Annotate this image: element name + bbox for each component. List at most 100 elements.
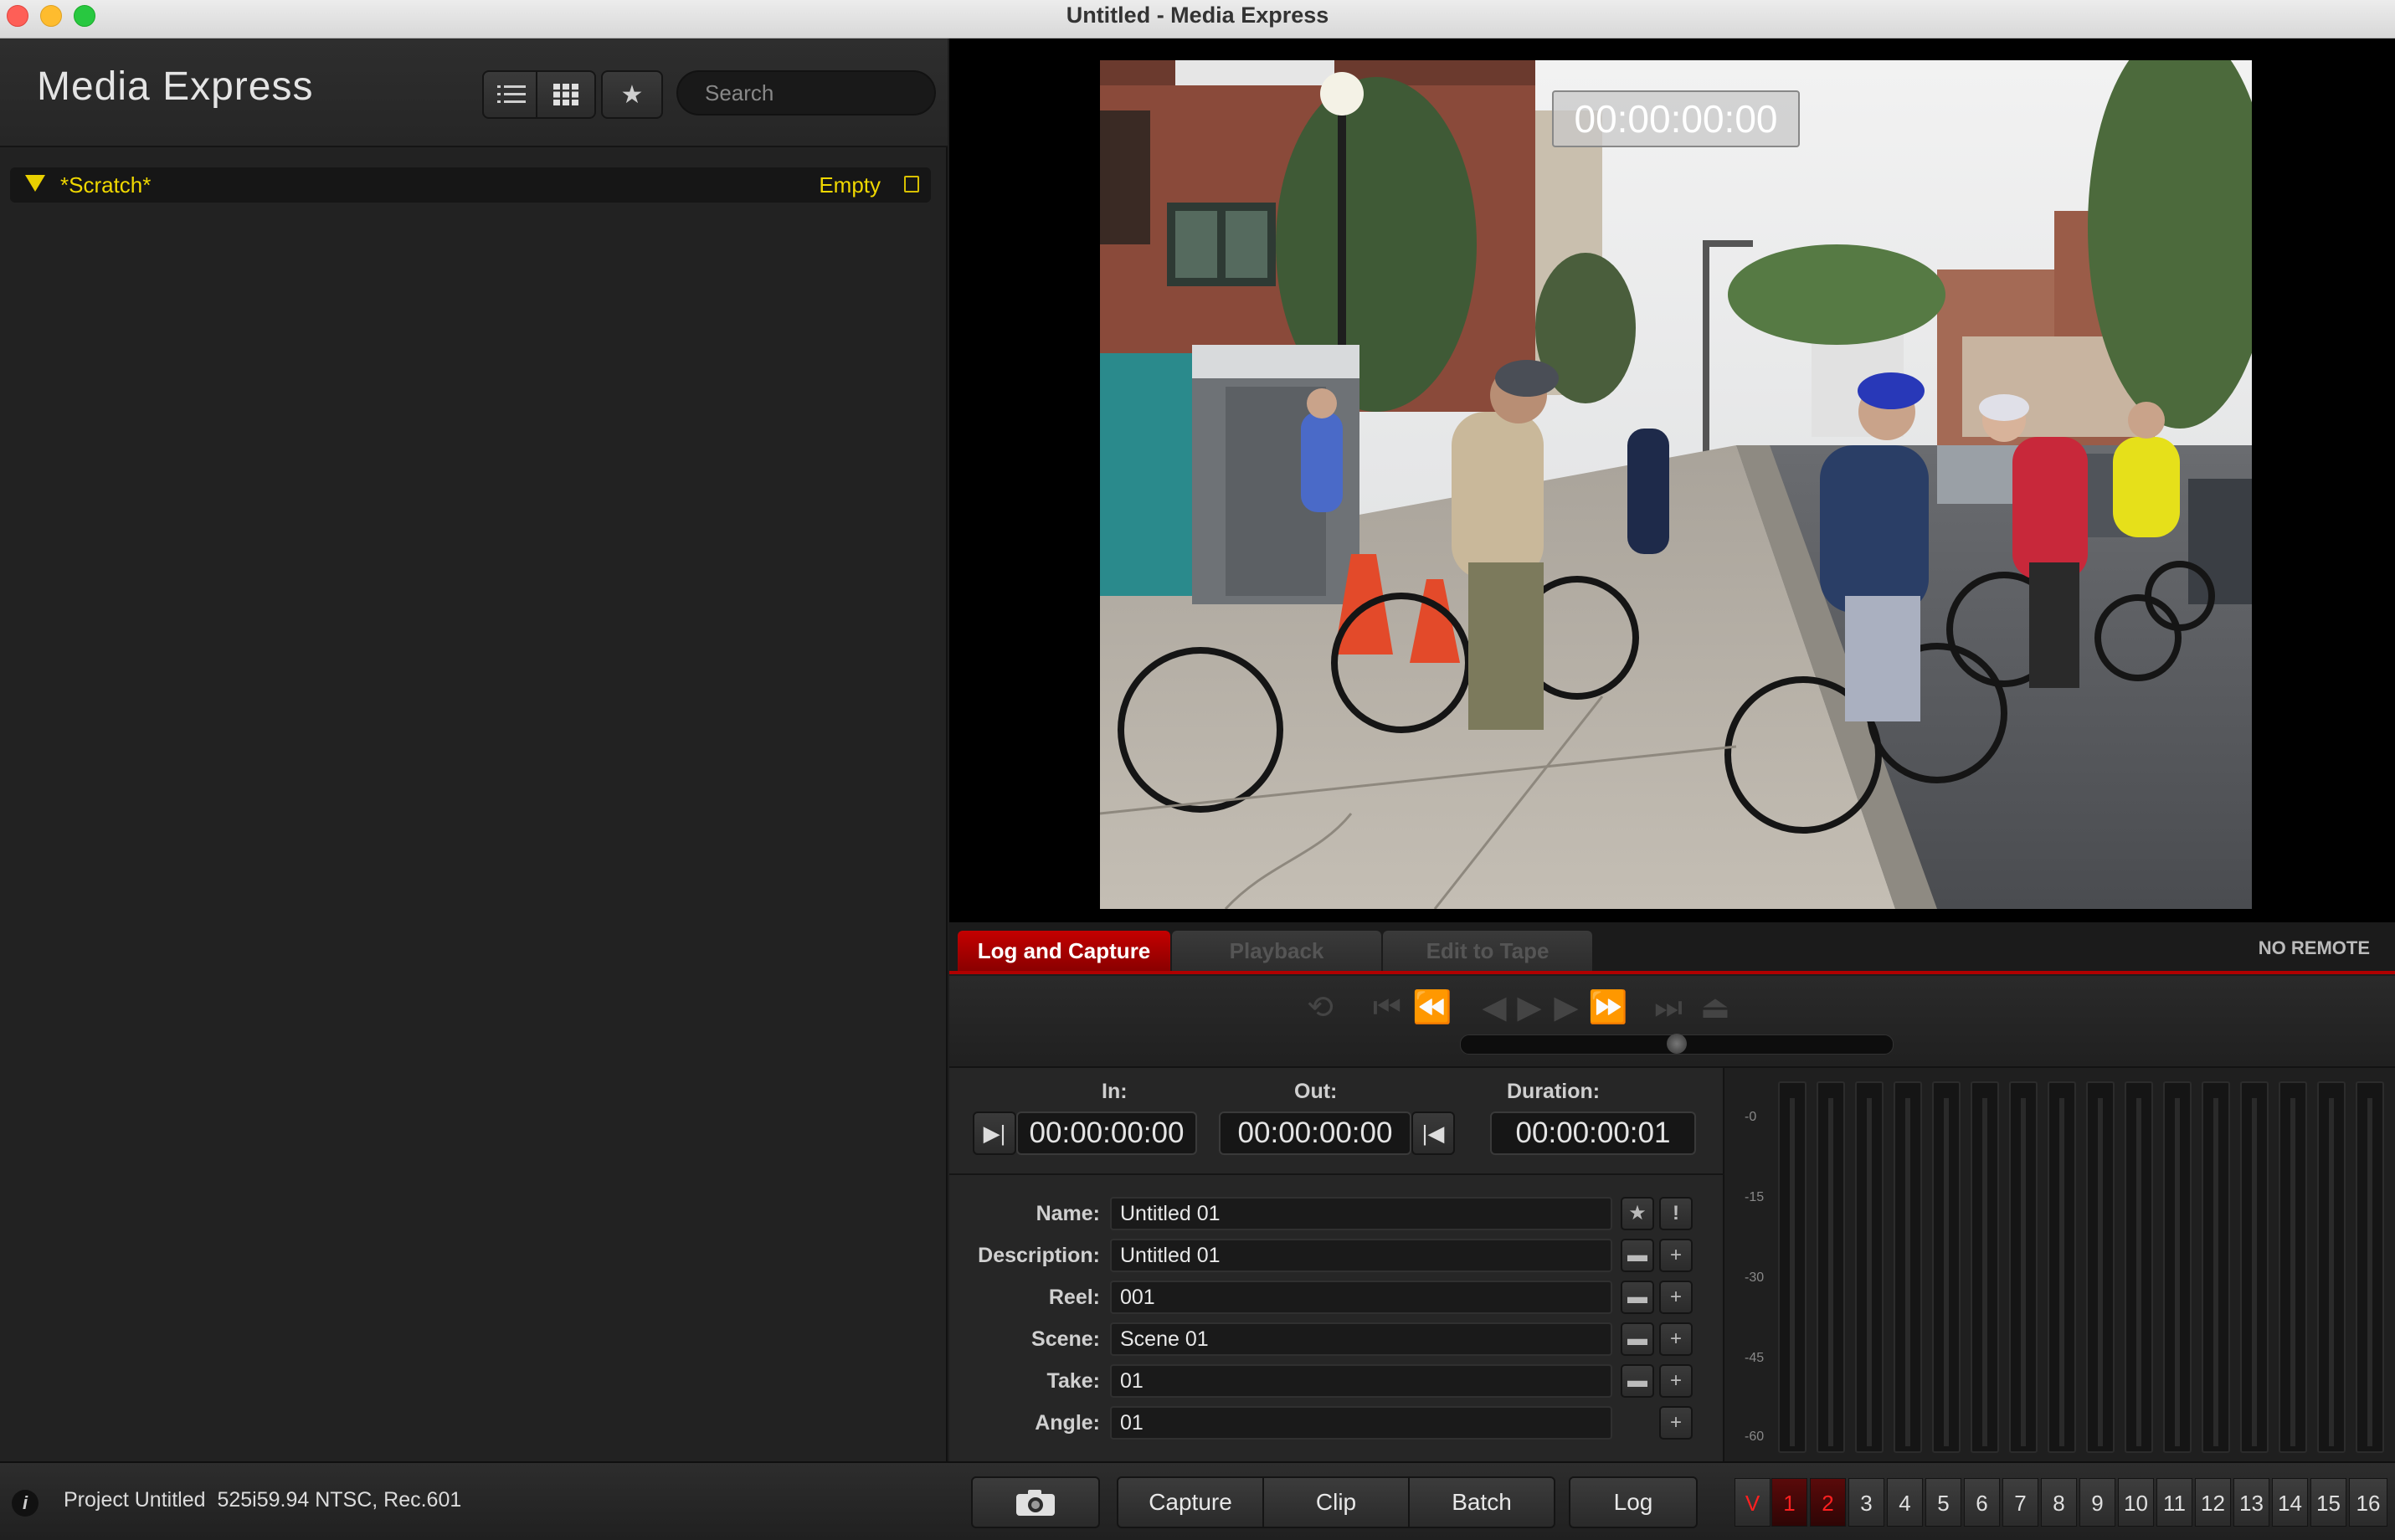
- play-icon: ▶: [1517, 990, 1542, 1025]
- project-name: Project Untitled: [64, 1488, 206, 1512]
- reel-menu-button[interactable]: ▬: [1621, 1281, 1654, 1314]
- meter-scale-label: -0: [1745, 1110, 1757, 1124]
- audio-meter-channel-9: [2086, 1081, 2115, 1453]
- loop-button[interactable]: ⟲: [1298, 988, 1343, 1028]
- search-input[interactable]: Search: [676, 70, 936, 116]
- audio-meter-channel-1: [1778, 1081, 1807, 1453]
- audio-meter-channel-3: [1855, 1081, 1884, 1453]
- mark-in-button[interactable]: ▶|: [973, 1111, 1016, 1155]
- tab-playback[interactable]: Playback: [1172, 931, 1381, 971]
- clip-button[interactable]: Clip: [1262, 1476, 1410, 1528]
- channel-8-toggle[interactable]: 8: [2041, 1478, 2077, 1527]
- name-field[interactable]: Untitled 01: [1110, 1197, 1612, 1230]
- eject-button[interactable]: ⏏: [1693, 988, 1738, 1028]
- channel-15-toggle[interactable]: 15: [2310, 1478, 2346, 1527]
- channel-16-toggle[interactable]: 16: [2349, 1478, 2387, 1527]
- channel-2-toggle[interactable]: 2: [1810, 1478, 1846, 1527]
- channel-5-toggle[interactable]: 5: [1925, 1478, 1961, 1527]
- tab-edit-to-tape[interactable]: Edit to Tape: [1383, 931, 1592, 971]
- mark-out-button[interactable]: |◀: [1411, 1111, 1455, 1155]
- name-label: Name:: [1036, 1202, 1100, 1225]
- log-panel: In: Out: Duration: ▶| 00:00:00:00 00:00:…: [949, 1068, 1724, 1461]
- channel-11-toggle[interactable]: 11: [2156, 1478, 2192, 1527]
- rewind-button[interactable]: ⏪: [1410, 988, 1455, 1028]
- go-to-end-button[interactable]: ⏭: [1646, 988, 1691, 1028]
- description-increment-button[interactable]: +: [1659, 1239, 1693, 1272]
- list-view-button[interactable]: [482, 70, 541, 119]
- go-to-start-button[interactable]: ⏮: [1365, 988, 1410, 1028]
- channel-13-toggle[interactable]: 13: [2233, 1478, 2269, 1527]
- duration-timecode: 00:00:00:01: [1490, 1111, 1696, 1155]
- audio-meter-channel-6: [1971, 1081, 1999, 1453]
- channel-9-toggle[interactable]: 9: [2079, 1478, 2115, 1527]
- out-timecode[interactable]: 00:00:00:00: [1219, 1111, 1411, 1155]
- plus-icon: +: [1669, 1327, 1682, 1350]
- title-bar: Untitled - Media Express: [0, 0, 2395, 38]
- scene-increment-button[interactable]: +: [1659, 1322, 1693, 1356]
- capture-button[interactable]: Capture: [1117, 1476, 1264, 1528]
- scene-field[interactable]: Scene 01: [1110, 1322, 1612, 1356]
- channel-video-toggle[interactable]: V: [1735, 1478, 1771, 1527]
- project-info: Project Untitled 525i59.94 NTSC, Rec.601: [64, 1488, 461, 1512]
- plus-icon: +: [1669, 1244, 1682, 1266]
- disclosure-triangle-icon[interactable]: [25, 175, 45, 192]
- description-field[interactable]: Untitled 01: [1110, 1239, 1612, 1272]
- jog-shuttle-slider[interactable]: [1460, 1034, 1894, 1055]
- duration-label: Duration:: [1507, 1080, 1601, 1103]
- camera-icon: [1016, 1490, 1055, 1516]
- audio-meter-channel-2: [1817, 1081, 1845, 1453]
- fast-forward-button[interactable]: ⏩: [1586, 988, 1631, 1028]
- folder-icon: ▬: [1627, 1369, 1647, 1392]
- video-format: 525i59.94 NTSC, Rec.601: [217, 1488, 462, 1512]
- take-label: Take:: [1046, 1369, 1100, 1393]
- scene-menu-button[interactable]: ▬: [1621, 1322, 1654, 1356]
- plus-icon: +: [1669, 1369, 1682, 1392]
- channel-1-toggle[interactable]: 1: [1771, 1478, 1807, 1527]
- in-timecode[interactable]: 00:00:00:00: [1016, 1111, 1197, 1155]
- channel-7-toggle[interactable]: 7: [2002, 1478, 2038, 1527]
- batch-button[interactable]: Batch: [1408, 1476, 1555, 1528]
- reel-label: Reel:: [1048, 1286, 1100, 1309]
- channel-12-toggle[interactable]: 12: [2195, 1478, 2231, 1527]
- channel-4-toggle[interactable]: 4: [1887, 1478, 1923, 1527]
- bin-scratch[interactable]: *Scratch* Empty: [10, 167, 931, 203]
- meter-scale-label: -15: [1745, 1190, 1765, 1204]
- step-forward-button[interactable]: ▶: [1544, 988, 1589, 1028]
- tab-log-and-capture[interactable]: Log and Capture: [958, 931, 1170, 971]
- media-list-panel: Media Express ★ Search *Scratch* Empty: [0, 38, 948, 1461]
- favorites-button[interactable]: ★: [601, 70, 663, 119]
- snapshot-button[interactable]: [971, 1476, 1100, 1528]
- flag-button[interactable]: !: [1659, 1197, 1693, 1230]
- take-increment-button[interactable]: +: [1659, 1364, 1693, 1398]
- audio-meter-channel-12: [2202, 1081, 2230, 1453]
- audio-meter-channel-13: [2240, 1081, 2269, 1453]
- good-take-button[interactable]: ★: [1621, 1197, 1654, 1230]
- log-button[interactable]: Log: [1569, 1476, 1698, 1528]
- take-menu-button[interactable]: ▬: [1621, 1364, 1654, 1398]
- folder-icon: ▬: [1627, 1244, 1647, 1266]
- mark-in-icon: ▶|: [983, 1121, 1006, 1146]
- step-forward-icon: ▶: [1554, 990, 1579, 1025]
- scene-label: Scene:: [1031, 1327, 1100, 1351]
- reel-increment-button[interactable]: +: [1659, 1281, 1693, 1314]
- description-menu-button[interactable]: ▬: [1621, 1239, 1654, 1272]
- channel-14-toggle[interactable]: 14: [2272, 1478, 2308, 1527]
- remote-status: NO REMOTE: [2258, 937, 2370, 958]
- channel-3-toggle[interactable]: 3: [1848, 1478, 1884, 1527]
- info-icon[interactable]: i: [12, 1490, 39, 1517]
- transport-controls: ⟲ ⏮ ⏪ ◀ ▶ ▶ ⏩ ⏭ ⏏: [949, 976, 2395, 1068]
- angle-increment-button[interactable]: +: [1659, 1406, 1693, 1440]
- angle-field[interactable]: 01: [1110, 1406, 1612, 1440]
- jog-shuttle-knob[interactable]: [1667, 1034, 1687, 1054]
- take-field[interactable]: 01: [1110, 1364, 1612, 1398]
- audio-meter-channel-11: [2163, 1081, 2192, 1453]
- audio-meter-channel-4: [1894, 1081, 1922, 1453]
- audio-meter-channel-16: [2356, 1081, 2384, 1453]
- loop-icon: ⟲: [1307, 990, 1334, 1025]
- grid-view-button[interactable]: [536, 70, 596, 119]
- folder-icon: ▬: [1627, 1286, 1647, 1308]
- channel-10-toggle[interactable]: 10: [2118, 1478, 2154, 1527]
- reel-field[interactable]: 001: [1110, 1281, 1612, 1314]
- channel-6-toggle[interactable]: 6: [1964, 1478, 2000, 1527]
- in-label: In:: [1102, 1080, 1128, 1103]
